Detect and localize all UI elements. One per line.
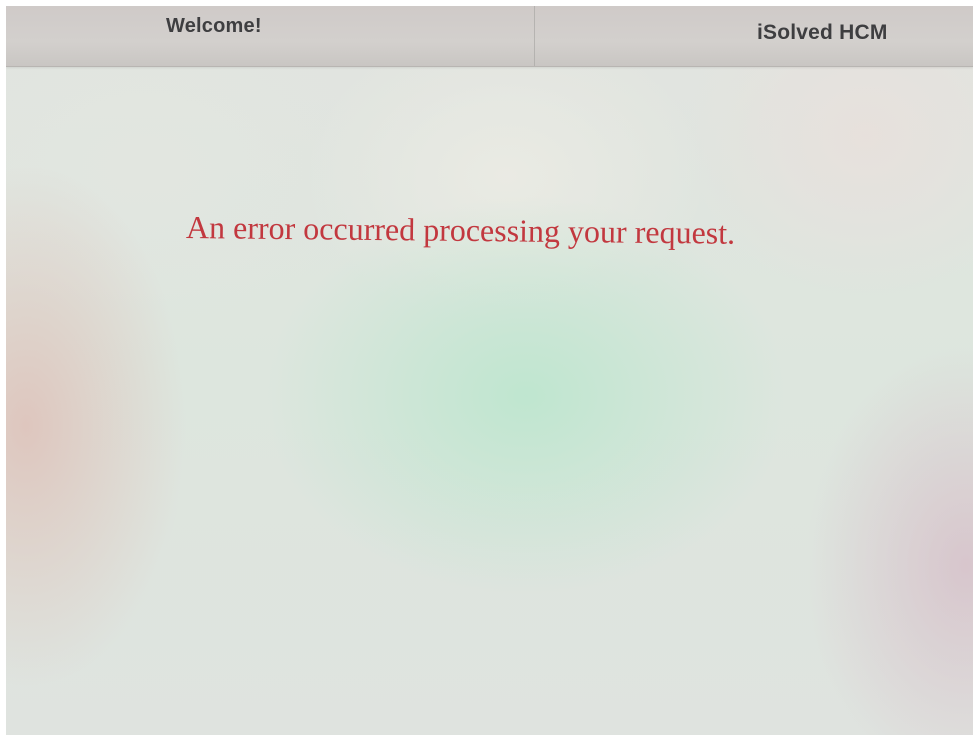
screen-photo: Welcome! iSolved HCM An error occurred p…: [6, 6, 973, 735]
top-navigation-bar: Welcome! iSolved HCM: [6, 6, 973, 67]
error-message: An error occurred processing your reques…: [185, 209, 736, 251]
welcome-label: Welcome!: [166, 15, 262, 37]
top-bar-divider: [534, 6, 535, 66]
brand-title: iSolved HCM: [757, 21, 888, 44]
